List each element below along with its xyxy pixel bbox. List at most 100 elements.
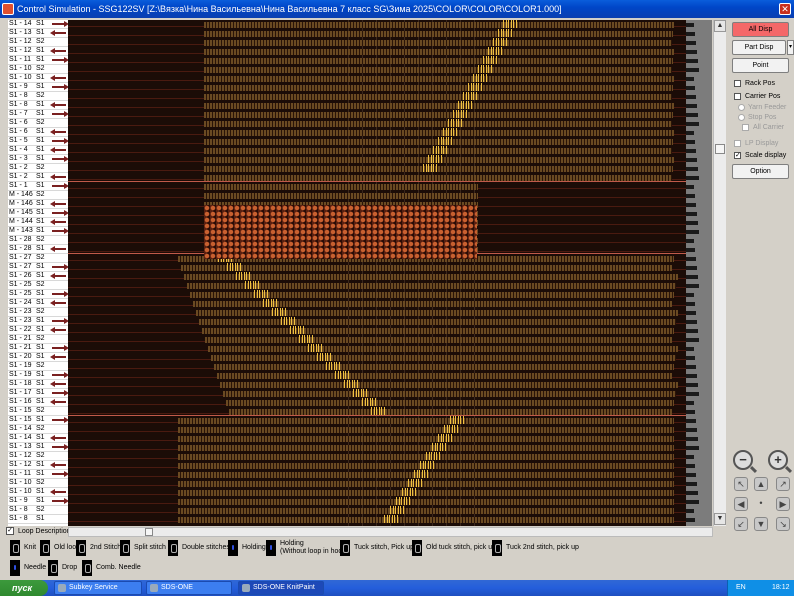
checkbox-icon: ✓ — [734, 152, 741, 159]
zoom-out-icon[interactable]: − — [733, 450, 753, 470]
no-arrow — [50, 506, 68, 514]
legend-label: Knit — [24, 544, 36, 552]
course-row-label: S1 - 8 S1 — [8, 101, 68, 110]
pan-center-icon[interactable]: • — [754, 497, 768, 511]
knit-segment — [204, 40, 672, 46]
carrier-pos-checkbox[interactable]: Carrier Pos — [734, 93, 780, 100]
knit-course — [68, 146, 686, 155]
stitch-mark — [255, 281, 259, 289]
stitch-mark — [454, 425, 458, 433]
course-row-label: S1 - 28 S2 — [8, 236, 68, 245]
scale-display-checkbox[interactable]: ✓ Scale display — [734, 152, 786, 159]
taskbar-item-sds-one[interactable]: SDS-ONE — [146, 581, 232, 595]
legend-label-text: Holding — [280, 540, 304, 547]
no-arrow — [50, 65, 68, 73]
no-arrow — [50, 362, 68, 370]
stitch-mark — [438, 434, 442, 442]
needle-bar — [686, 68, 699, 72]
knit-segment — [178, 427, 674, 433]
legend-label: Drop — [62, 564, 77, 572]
zoom-in-icon[interactable]: + — [768, 450, 788, 470]
vertical-scrollbar[interactable]: ▲ ▼ — [713, 20, 726, 526]
stitch-mark — [448, 434, 452, 442]
needle-bar — [686, 113, 698, 117]
knit-course — [68, 29, 686, 38]
option-button[interactable]: Option — [732, 164, 789, 179]
taskbar-item-subkey[interactable]: Subkey Service — [54, 581, 142, 595]
knit-course — [68, 47, 686, 56]
system-name: S1 — [36, 380, 45, 387]
stitch-mark — [463, 110, 467, 118]
stitch-mark — [493, 56, 497, 64]
legend-label-text: Drop — [62, 564, 78, 571]
stitch-mark — [483, 65, 487, 73]
stitch-mark — [473, 83, 477, 91]
knit-segment — [204, 85, 673, 91]
simulation-canvas[interactable] — [68, 20, 686, 526]
all-disp-button[interactable]: All Disp — [732, 22, 789, 37]
vertical-scroll-thumb[interactable] — [715, 144, 725, 154]
rack-pos-checkbox[interactable]: Rack Pos — [734, 80, 775, 87]
pan-right-icon[interactable]: ▶ — [776, 497, 790, 511]
arrow-right-icon — [50, 209, 68, 217]
scroll-down-button[interactable]: ▼ — [714, 513, 726, 525]
pan-up-left-icon[interactable]: ↖ — [734, 477, 748, 491]
arrow-left-icon — [50, 434, 68, 442]
part-disp-dropdown-icon[interactable]: ▾ — [787, 40, 794, 55]
course-row-label: S1 - 15 S1 — [8, 416, 68, 425]
knit-course — [68, 353, 686, 362]
knit-segment — [204, 49, 674, 55]
taskbar-item-knitpaint[interactable]: SDS-ONE KnitPaint — [238, 581, 324, 595]
knit-course — [68, 398, 686, 407]
pan-left-icon[interactable]: ◀ — [734, 497, 748, 511]
stitch-mark — [424, 470, 428, 478]
course-row-label: S1 - 14 S1 — [8, 20, 68, 29]
course-row-label: M - 144 S1 — [8, 218, 68, 227]
stitch-mark — [390, 506, 394, 514]
legend-label: 2nd Stitch — [90, 544, 121, 552]
close-button[interactable]: ✕ — [779, 3, 791, 15]
stitch-mark — [460, 416, 464, 424]
stitch-mark — [227, 263, 231, 271]
part-disp-button[interactable]: Part Disp — [732, 40, 786, 55]
knit-course — [68, 263, 686, 272]
legend-label: Old tuck stitch, pick up — [426, 544, 496, 552]
legend-label-text: Double stitches — [182, 544, 230, 551]
needle-bar — [686, 383, 698, 387]
knit-course — [68, 479, 686, 488]
horizontal-scrollbar[interactable] — [68, 527, 713, 537]
needle-bar — [686, 248, 695, 252]
point-button[interactable]: Point — [732, 58, 789, 73]
arrow-left-icon — [50, 272, 68, 280]
loop-description-checkbox[interactable]: ✓ Loop Description — [6, 527, 71, 535]
pan-up-icon[interactable]: ▲ — [754, 477, 768, 491]
knit-course — [68, 515, 686, 524]
stitch-mark — [448, 137, 452, 145]
needle-bar — [686, 473, 696, 477]
stitch-mark — [318, 344, 322, 352]
stitch-mark — [358, 389, 362, 397]
start-button[interactable]: пуск — [0, 580, 48, 596]
course-row-label: S1 - 12 S1 — [8, 47, 68, 56]
stitch-mark — [277, 308, 281, 316]
course-row-label: S1 - 10 S2 — [8, 479, 68, 488]
needle-bar — [686, 41, 696, 45]
checkbox-icon: ✓ — [6, 527, 14, 535]
pan-up-right-icon[interactable]: ↗ — [776, 477, 790, 491]
course-row-label: S1 - 20 S1 — [8, 353, 68, 362]
horizontal-scroll-thumb[interactable] — [145, 528, 153, 536]
stitch-mark — [443, 128, 447, 136]
scroll-up-button[interactable]: ▲ — [714, 20, 726, 32]
system-name: S1 — [36, 29, 45, 36]
needle-bar — [686, 437, 698, 441]
legend-label-text: Old tuck stitch, pick up — [426, 544, 497, 551]
stitch-mark — [508, 29, 512, 37]
system-name: S1 — [36, 461, 45, 468]
language-indicator[interactable]: EN — [736, 580, 746, 596]
needle-bar — [686, 518, 695, 522]
lp-display-label: LP Display — [745, 140, 779, 147]
needle-bar — [686, 257, 696, 261]
arrow-left-icon — [50, 353, 68, 361]
legend-swatch-icon — [412, 540, 422, 556]
stitch-mark — [453, 110, 457, 118]
